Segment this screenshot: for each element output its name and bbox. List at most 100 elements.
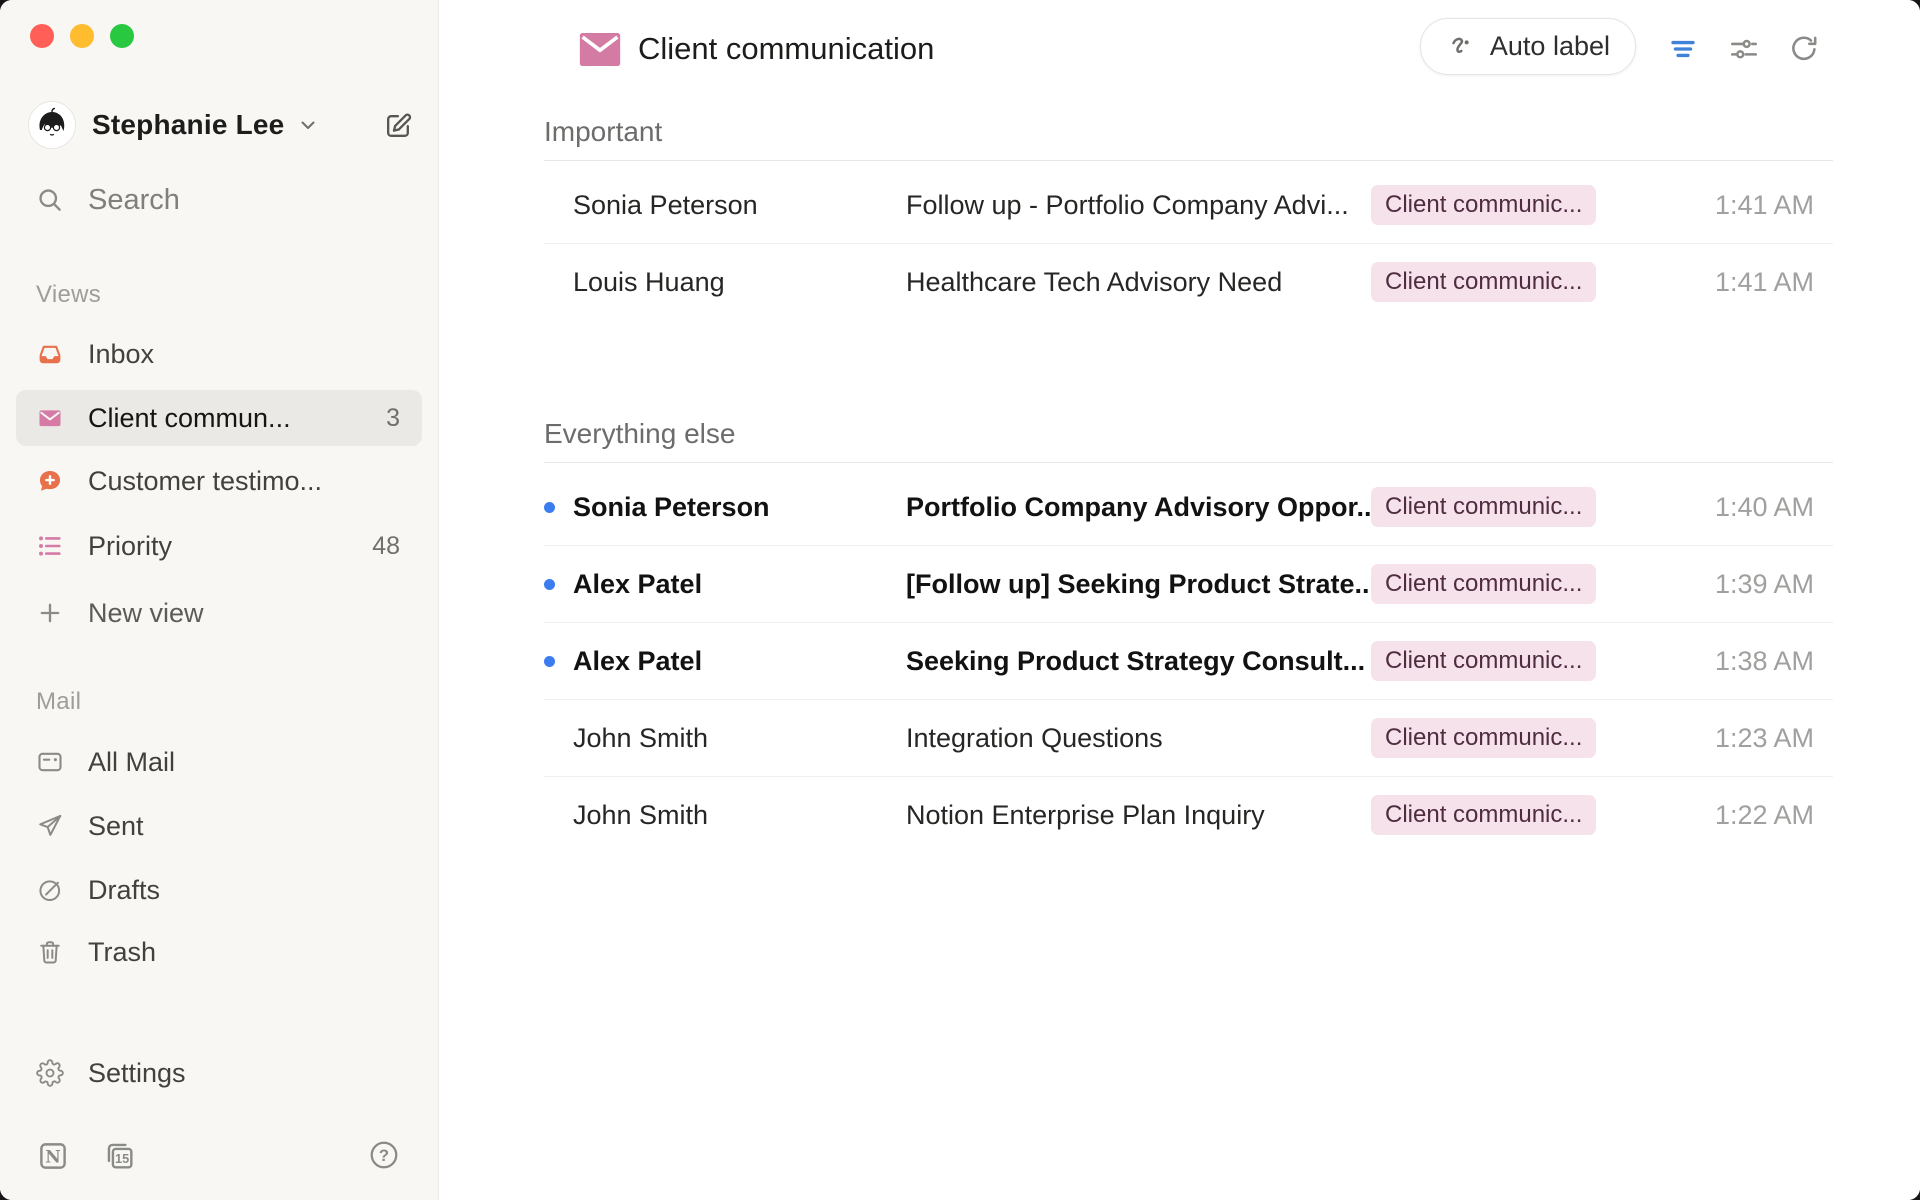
email-label-badge[interactable]: Client communic... [1371, 185, 1596, 225]
email-time: 1:41 AM [1715, 190, 1833, 221]
paper-plane-icon [36, 812, 64, 840]
sidebar-item-inbox[interactable]: Inbox [16, 326, 422, 382]
gear-icon [36, 1059, 64, 1087]
sidebar-item-label: Inbox [88, 339, 154, 370]
email-label-badge[interactable]: Client communic... [1371, 641, 1596, 681]
email-sender: Alex Patel [573, 569, 906, 600]
new-view-button[interactable]: New view [16, 585, 422, 641]
svg-text:15: 15 [115, 1151, 129, 1166]
email-row[interactable]: John Smith Notion Enterprise Plan Inquir… [544, 777, 1833, 853]
help-icon[interactable]: ? [368, 1139, 400, 1171]
settings-button[interactable]: Settings [16, 1045, 422, 1101]
notion-logo-icon[interactable]: N [36, 1139, 70, 1173]
views-section-label: Views [36, 281, 101, 309]
email-label-badge[interactable]: Client communic... [1371, 487, 1596, 527]
item-count: 48 [372, 532, 400, 561]
email-time: 1:41 AM [1715, 267, 1833, 298]
email-time: 1:40 AM [1715, 492, 1833, 523]
sidebar-item-drafts[interactable]: Drafts [16, 862, 422, 918]
email-label-badge[interactable]: Client communic... [1371, 262, 1596, 302]
email-row[interactable]: John Smith Integration Questions Client … [544, 700, 1833, 777]
search-label: Search [88, 184, 180, 217]
email-sender: Alex Patel [573, 646, 906, 677]
sidebar-item-label: Priority [88, 531, 172, 562]
sidebar-item-sent[interactable]: Sent [16, 798, 422, 854]
section-everything-else: Everything else Sonia Peterson Portfolio… [544, 400, 1833, 853]
email-time: 1:38 AM [1715, 646, 1833, 677]
email-row[interactable]: Sonia Peterson Follow up - Portfolio Com… [544, 167, 1833, 244]
email-label-badge[interactable]: Client communic... [1371, 564, 1596, 604]
envelope-icon [36, 404, 64, 432]
app-window: Stephanie Lee Search Views [0, 0, 1920, 1200]
zoom-button[interactable] [110, 24, 134, 48]
email-time: 1:22 AM [1715, 800, 1833, 831]
sliders-icon[interactable] [1728, 33, 1760, 65]
view-header: Client communication Auto label [439, 0, 1920, 98]
pencil-circle-icon [36, 876, 64, 904]
chat-plus-icon [36, 467, 64, 495]
calendar-icon[interactable]: 15 [103, 1139, 137, 1173]
inbox-icon [36, 340, 64, 368]
list-icon [36, 532, 64, 560]
sidebar-item-label: Trash [88, 937, 156, 968]
email-sender: Sonia Peterson [573, 190, 906, 221]
chevron-down-icon [296, 113, 320, 137]
email-row[interactable]: Alex Patel Seeking Product Strategy Cons… [544, 623, 1833, 700]
window-controls [30, 24, 134, 48]
email-subject: Seeking Product Strategy Consult... [906, 646, 1371, 677]
svg-text:?: ? [379, 1146, 389, 1165]
email-subject: [Follow up] Seeking Product Strate... [906, 569, 1371, 600]
refresh-icon[interactable] [1788, 33, 1820, 65]
email-sender: John Smith [573, 723, 906, 754]
sidebar-item-label: Settings [88, 1058, 186, 1089]
plus-icon [36, 599, 64, 627]
trash-icon [36, 938, 64, 966]
sidebar-item-label: All Mail [88, 747, 175, 778]
section-important: Important Sonia Peterson Follow up - Por… [544, 98, 1833, 320]
email-subject: Notion Enterprise Plan Inquiry [906, 800, 1371, 831]
main-panel: Client communication Auto label [439, 0, 1920, 1200]
sidebar-item-label: New view [88, 598, 204, 629]
svg-text:N: N [45, 1148, 61, 1168]
sidebar-item-trash[interactable]: Trash [16, 924, 422, 980]
sidebar-item-priority[interactable]: Priority 48 [16, 518, 422, 574]
email-label-badge[interactable]: Client communic... [1371, 795, 1596, 835]
email-row[interactable]: Sonia Peterson Portfolio Company Advisor… [544, 469, 1833, 546]
sidebar: Stephanie Lee Search Views [0, 0, 439, 1200]
sidebar-item-all-mail[interactable]: All Mail [16, 734, 422, 790]
email-label-badge[interactable]: Client communic... [1371, 718, 1596, 758]
email-sender: John Smith [573, 800, 906, 831]
sidebar-item-label: Sent [88, 811, 144, 842]
envelope-icon [578, 31, 622, 67]
email-time: 1:23 AM [1715, 723, 1833, 754]
close-button[interactable] [30, 24, 54, 48]
minimize-button[interactable] [70, 24, 94, 48]
sidebar-item-customer-testimonials[interactable]: Customer testimo... [16, 453, 422, 509]
section-title: Everything else [544, 400, 1833, 463]
email-subject: Integration Questions [906, 723, 1371, 754]
auto-label-icon [1446, 31, 1477, 62]
email-sender: Louis Huang [573, 267, 906, 298]
account-switcher[interactable]: Stephanie Lee [28, 100, 414, 150]
unread-dot [544, 579, 555, 590]
email-sender: Sonia Peterson [573, 492, 906, 523]
sidebar-item-label: Customer testimo... [88, 466, 322, 497]
unread-count: 3 [386, 404, 400, 433]
sidebar-item-label: Client commun... [88, 403, 291, 434]
section-title: Important [544, 98, 1833, 161]
search-icon [36, 186, 64, 214]
sidebar-item-client-communication[interactable]: Client commun... 3 [16, 390, 422, 446]
email-subject: Portfolio Company Advisory Oppor... [906, 492, 1371, 523]
auto-label-text: Auto label [1490, 31, 1610, 62]
auto-label-button[interactable]: Auto label [1420, 18, 1636, 75]
compose-button[interactable] [383, 110, 414, 141]
unread-dot [544, 502, 555, 513]
avatar [28, 101, 76, 149]
user-name: Stephanie Lee [92, 109, 284, 141]
page-title: Client communication [638, 31, 934, 67]
search-button[interactable]: Search [36, 172, 180, 228]
email-row[interactable]: Alex Patel [Follow up] Seeking Product S… [544, 546, 1833, 623]
email-row[interactable]: Louis Huang Healthcare Tech Advisory Nee… [544, 244, 1833, 320]
filter-icon[interactable] [1667, 33, 1699, 65]
mail-section-label: Mail [36, 688, 81, 716]
